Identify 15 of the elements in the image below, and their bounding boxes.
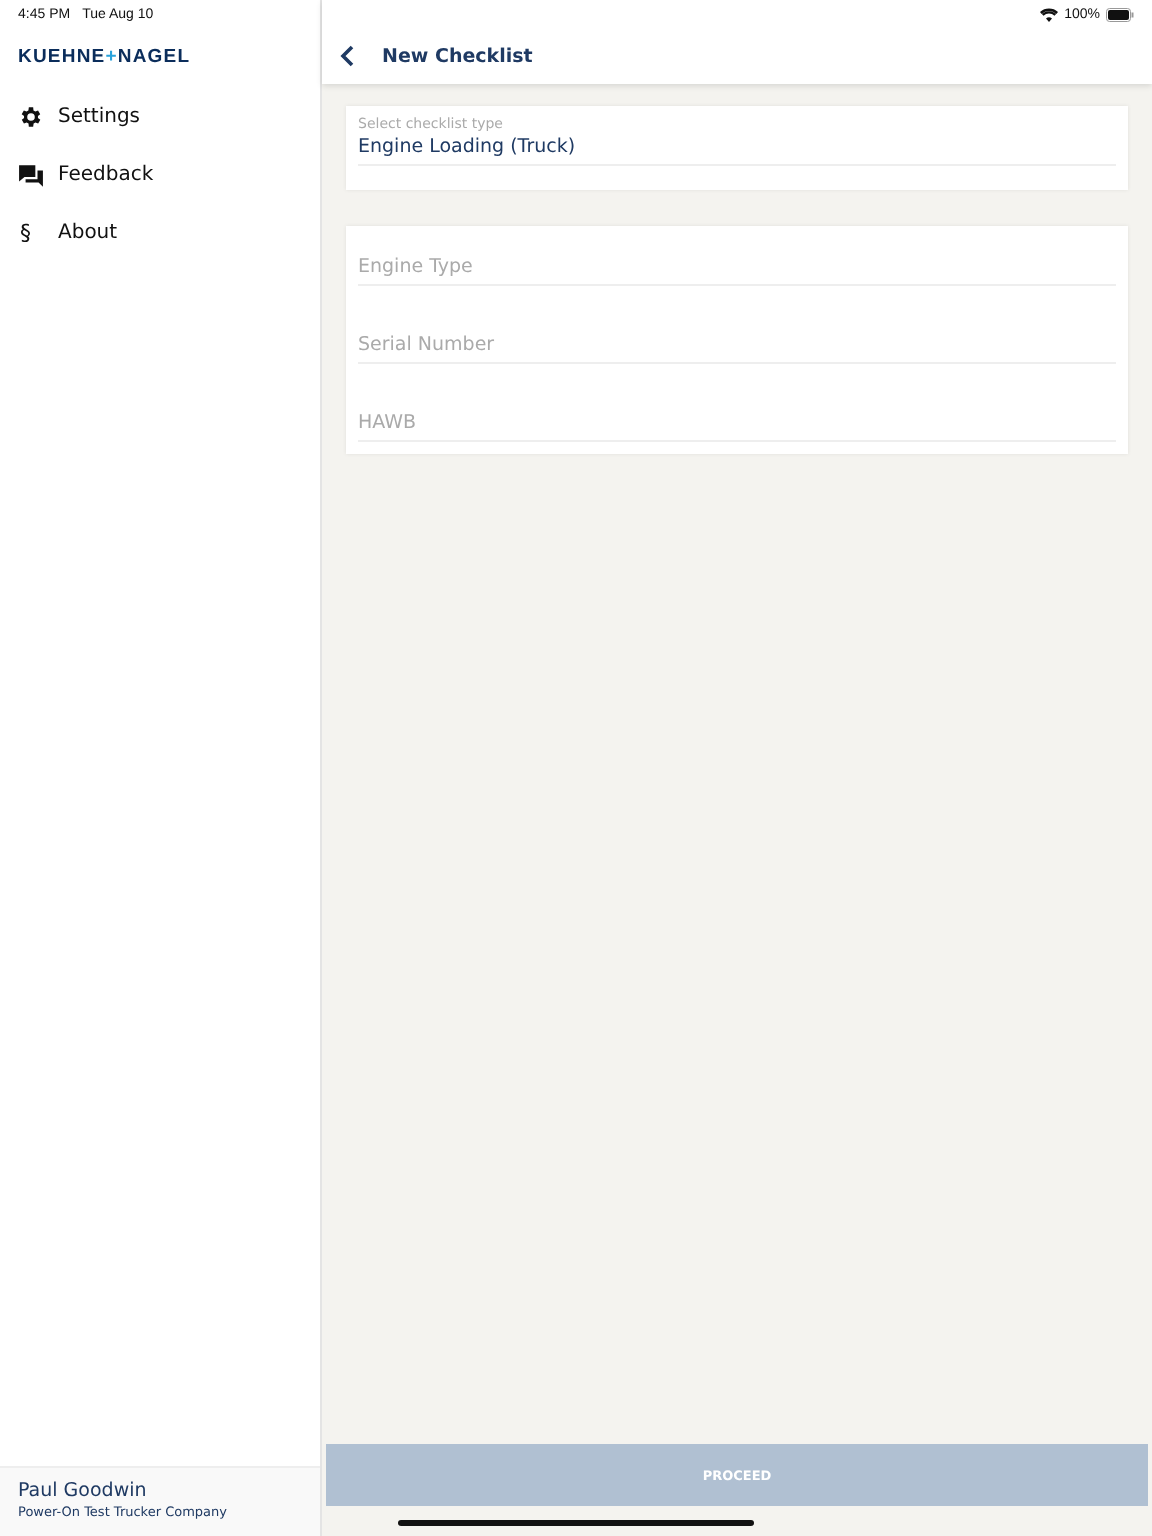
user-name: Paul Goodwin [18,1480,147,1502]
menu-item[interactable]: Feedback [0,146,320,204]
page-title: New Checklist [382,45,533,67]
section-icon: § [18,220,31,246]
text-field[interactable]: Serial Number [358,328,1116,364]
battery-icon [1106,7,1134,21]
text-field[interactable]: HAWB [358,406,1116,442]
menu-item[interactable]: § About [0,204,320,262]
text-field[interactable]: Engine Type [358,250,1116,286]
brand-logo: KUEHNE+NAGEL [18,46,191,68]
chat-bubbles-icon [18,163,44,187]
wifi-icon [1040,7,1059,21]
settings-icon [18,104,44,130]
menu-item[interactable]: Settings [0,88,320,146]
back-icon[interactable] [338,44,358,68]
